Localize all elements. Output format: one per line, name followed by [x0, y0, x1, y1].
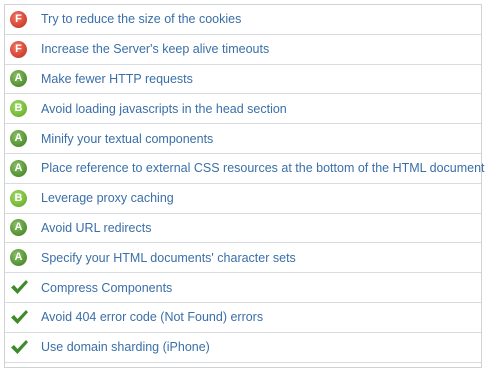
- rule-label[interactable]: Use domain sharding (iPhone): [41, 340, 210, 354]
- rule-row[interactable]: Use domain sharding (iPhone): [5, 333, 481, 363]
- grade-a-badge-icon: A: [10, 159, 27, 177]
- rule-label[interactable]: Make fewer HTTP requests: [41, 72, 193, 86]
- grade-a-badge-icon: A: [10, 219, 27, 237]
- rule-row[interactable]: Compress Components: [5, 273, 481, 303]
- grade-b-badge-icon: B: [10, 189, 27, 207]
- rule-row[interactable]: A Avoid URL redirects: [5, 214, 481, 244]
- rule-row[interactable]: F Try to reduce the size of the cookies: [5, 5, 481, 35]
- rules-list: F Try to reduce the size of the cookies …: [5, 5, 485, 363]
- rule-row[interactable]: A Make fewer HTTP requests: [5, 65, 481, 95]
- rule-row[interactable]: A Place reference to external CSS resour…: [5, 154, 485, 184]
- checkmark-icon: [11, 339, 28, 354]
- rule-label[interactable]: Leverage proxy caching: [41, 191, 174, 205]
- rule-row[interactable]: A Minify your textual components: [5, 124, 481, 154]
- rule-row[interactable]: F Increase the Server's keep alive timeo…: [5, 35, 481, 65]
- rule-label[interactable]: Compress Components: [41, 281, 172, 295]
- rule-row[interactable]: A Specify your HTML documents' character…: [5, 243, 481, 274]
- grade-b-badge-icon: B: [10, 100, 27, 118]
- rule-row[interactable]: B Avoid loading javascripts in the head …: [5, 94, 481, 125]
- rule-label[interactable]: Minify your textual components: [41, 132, 213, 146]
- grade-f-badge-icon: F: [10, 10, 27, 28]
- grade-a-badge-icon: A: [10, 130, 27, 148]
- rule-label[interactable]: Avoid loading javascripts in the head se…: [41, 102, 287, 116]
- rule-label[interactable]: Place reference to external CSS resource…: [41, 161, 485, 175]
- rule-label[interactable]: Try to reduce the size of the cookies: [41, 12, 241, 26]
- grade-a-badge-icon: A: [10, 249, 27, 267]
- grade-a-badge-icon: A: [10, 70, 27, 88]
- rule-row[interactable]: Avoid 404 error code (Not Found) errors: [5, 303, 481, 333]
- rule-label[interactable]: Avoid URL redirects: [41, 221, 151, 235]
- rule-label[interactable]: Avoid 404 error code (Not Found) errors: [41, 310, 263, 324]
- checkmark-icon: [11, 280, 28, 295]
- checkmark-icon: [11, 309, 28, 324]
- grade-f-badge-icon: F: [10, 40, 27, 58]
- rule-label[interactable]: Specify your HTML documents' character s…: [41, 251, 296, 265]
- rule-label[interactable]: Increase the Server's keep alive timeout…: [41, 42, 269, 56]
- rules-panel: F Try to reduce the size of the cookies …: [4, 4, 485, 368]
- rule-row[interactable]: B Leverage proxy caching: [5, 184, 481, 214]
